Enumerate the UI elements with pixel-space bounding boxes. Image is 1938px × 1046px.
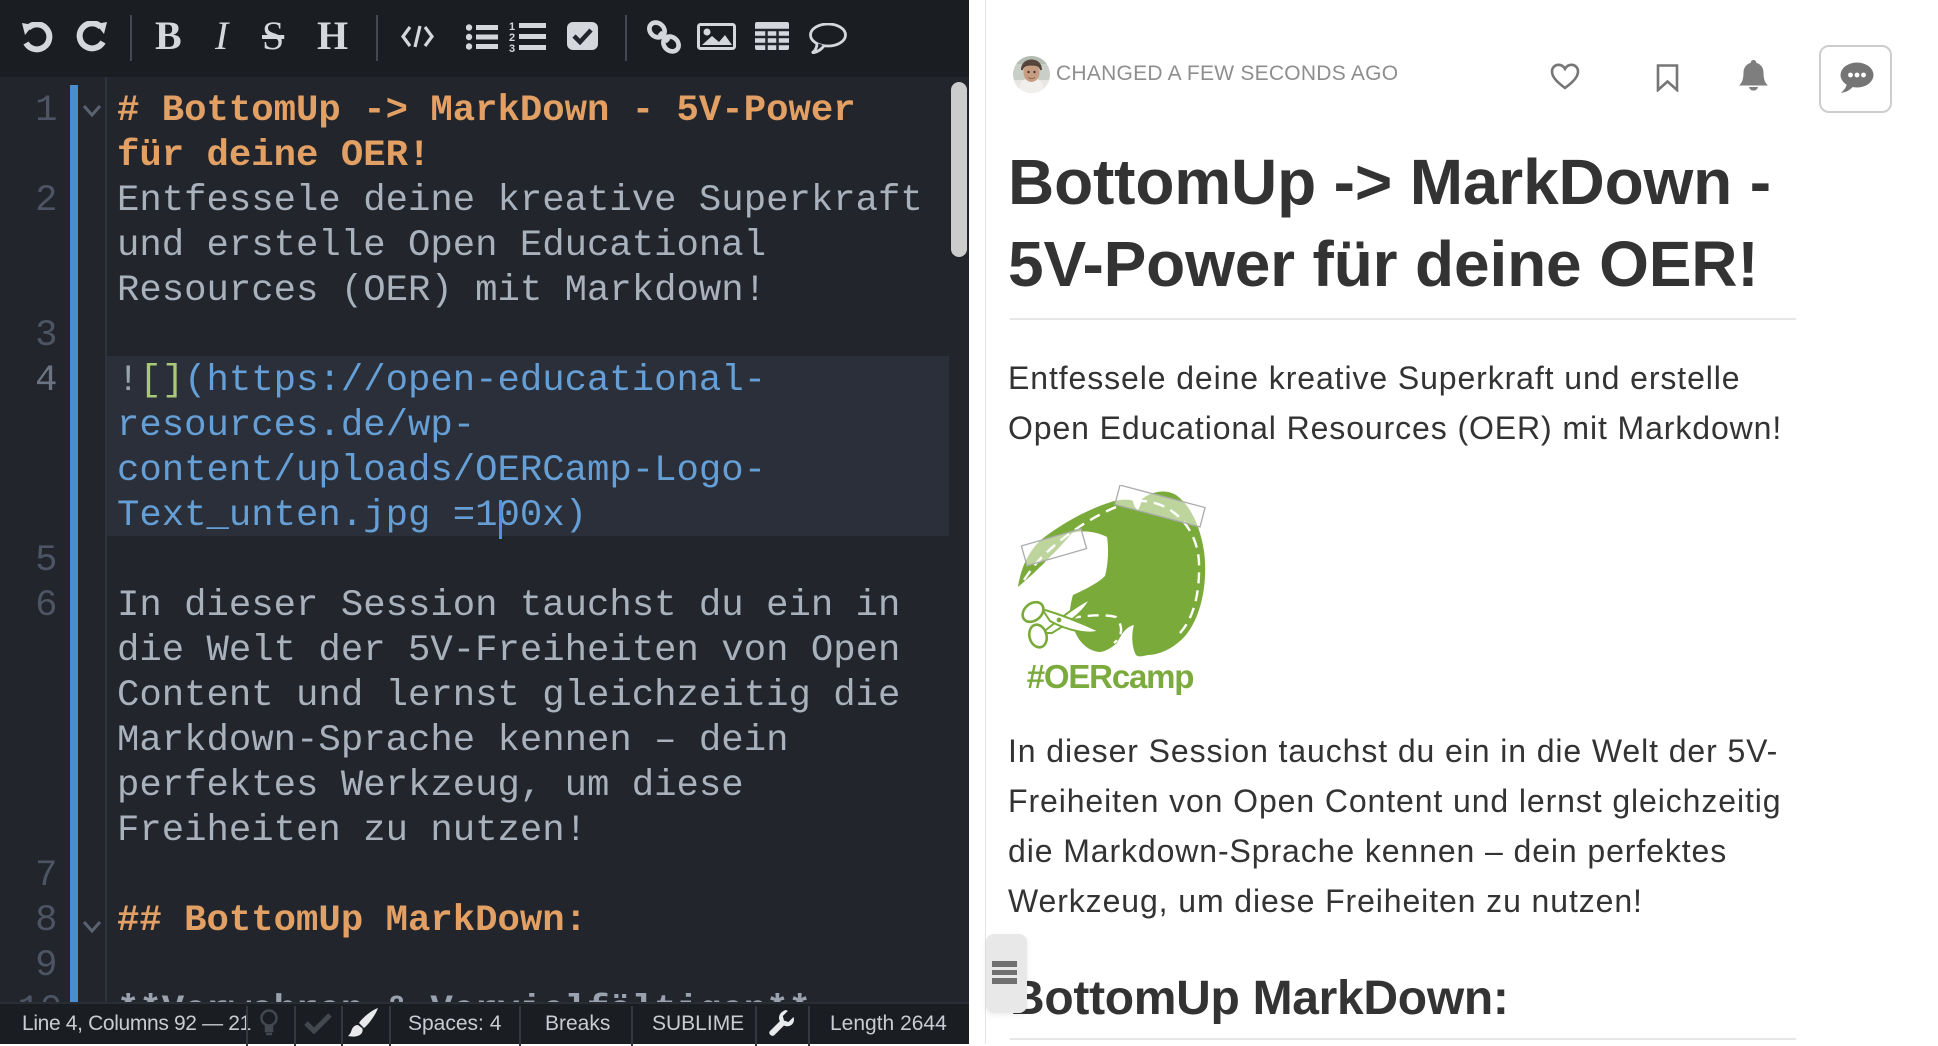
svg-text:3: 3 xyxy=(509,43,515,53)
